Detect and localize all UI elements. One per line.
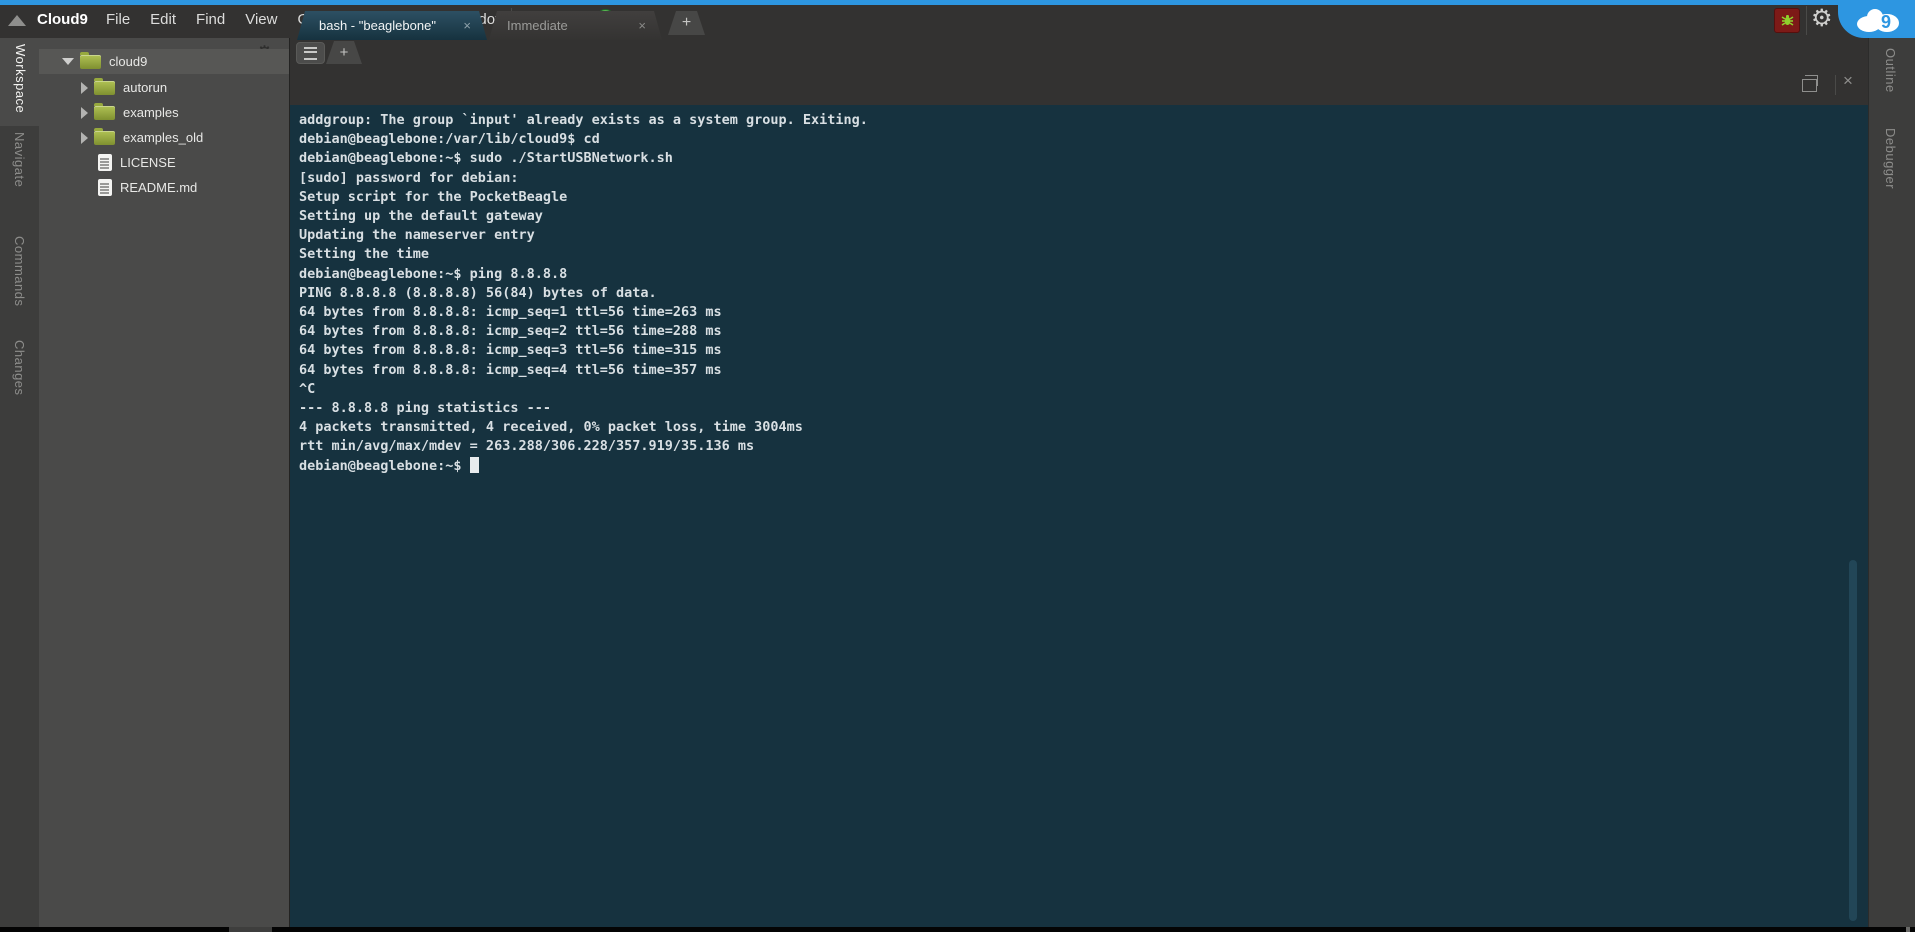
chevron-collapsed-icon[interactable] (81, 132, 88, 144)
terminal-cursor (470, 457, 479, 473)
terminal-line: [sudo] password for debian: (299, 169, 1868, 188)
tree-row-examples-old[interactable]: examples_old (39, 125, 289, 150)
close-pane-icon[interactable]: × (1843, 71, 1853, 91)
terminal-line: Setup script for the PocketBeagle (299, 188, 1868, 207)
folder-icon (80, 55, 101, 69)
console-toolbar (290, 38, 1868, 66)
terminal-output[interactable]: addgroup: The group `input' already exis… (290, 105, 1868, 927)
folder-icon (94, 131, 115, 145)
terminal-line: addgroup: The group `input' already exis… (299, 111, 1868, 130)
rail-tab-commands[interactable]: Commands (12, 236, 27, 306)
tab-immediate[interactable]: Immediate × (489, 11, 662, 40)
app-logo-text: Cloud9 (37, 11, 88, 28)
pane-controls-divider (1835, 75, 1836, 95)
rail-tab-debugger[interactable]: Debugger (1883, 128, 1898, 189)
terminal-line: debian@beaglebone:/var/lib/cloud9$ cd (299, 130, 1868, 149)
terminal-line: Setting up the default gateway (299, 207, 1868, 226)
tree-row-cloud9[interactable]: cloud9 (39, 49, 289, 74)
bug-icon (1780, 13, 1795, 28)
bottom-bar (0, 927, 1915, 932)
menubar-divider (1806, 6, 1807, 35)
terminal-scrollbar-thumb[interactable] (1849, 560, 1857, 921)
terminal-line: PING 8.8.8.8 (8.8.8.8) 56(84) bytes of d… (299, 284, 1868, 303)
folder-icon (94, 81, 115, 95)
rail-tab-workspace[interactable]: Workspace (13, 44, 28, 113)
settings-gear-icon[interactable]: ⚙ (1811, 5, 1833, 33)
folder-icon (94, 106, 115, 120)
terminal-line: Setting the time (299, 245, 1868, 264)
tree-item-label: README.md (120, 180, 197, 195)
terminal-line: Updating the nameserver entry (299, 226, 1868, 245)
terminal-line: 4 packets transmitted, 4 received, 0% pa… (299, 418, 1868, 437)
svg-text:9: 9 (1881, 12, 1891, 32)
console-menu-button[interactable] (296, 42, 325, 64)
tab-bash-beaglebone[interactable]: bash - "beaglebone" × (297, 11, 487, 40)
terminal-line: rtt min/avg/max/mdev = 263.288/306.228/3… (299, 437, 1868, 456)
tree-item-label: autorun (123, 80, 167, 95)
terminal-line: ^C (299, 380, 1868, 399)
rail-tab-outline[interactable]: Outline (1883, 48, 1898, 93)
tree-item-label: examples_old (123, 130, 203, 145)
terminal-prompt-line: debian@beaglebone:~$ (299, 457, 1868, 476)
tree-row-readme[interactable]: README.md (39, 175, 289, 200)
cloud9-logo[interactable]: 9 (1855, 8, 1901, 32)
tab-label: bash - "beaglebone" (319, 18, 436, 33)
bottom-bar-tick (1906, 927, 1910, 932)
terminal-line: debian@beaglebone:~$ ping 8.8.8.8 (299, 265, 1868, 284)
menu-file[interactable]: File (106, 11, 130, 28)
menu-find[interactable]: Find (196, 11, 225, 28)
rail-tab-changes[interactable]: Changes (12, 340, 27, 396)
tree-row-license[interactable]: LICENSE (39, 150, 289, 175)
tree-row-examples[interactable]: examples (39, 100, 289, 125)
terminal-prompt: debian@beaglebone:~$ (299, 458, 470, 474)
restore-pane-icon[interactable] (1802, 79, 1817, 92)
terminal-line: 64 bytes from 8.8.8.8: icmp_seq=1 ttl=56… (299, 303, 1868, 322)
terminal-line: debian@beaglebone:~$ sudo ./StartUSBNetw… (299, 149, 1868, 168)
chevron-collapsed-icon[interactable] (81, 82, 88, 94)
terminal-line: 64 bytes from 8.8.8.8: icmp_seq=4 ttl=56… (299, 361, 1868, 380)
menu-edit[interactable]: Edit (150, 11, 176, 28)
tab-close-icon[interactable]: × (463, 18, 471, 33)
tree-item-label: cloud9 (109, 54, 147, 69)
file-icon (98, 154, 112, 171)
bottom-bar-segment (229, 927, 272, 932)
chevron-expanded-icon[interactable] (62, 58, 74, 65)
terminal-line: 64 bytes from 8.8.8.8: icmp_seq=3 ttl=56… (299, 341, 1868, 360)
tree-item-label: LICENSE (120, 155, 176, 170)
debug-bug-button[interactable] (1774, 8, 1800, 33)
chevron-collapsed-icon[interactable] (81, 107, 88, 119)
list-icon (304, 47, 317, 60)
tab-close-icon[interactable]: × (638, 18, 646, 33)
tab-label: Immediate (507, 18, 568, 33)
file-icon (98, 179, 112, 196)
tree-item-label: examples (123, 105, 179, 120)
tree-row-autorun[interactable]: autorun (39, 75, 289, 100)
terminal-line: --- 8.8.8.8 ping statistics --- (299, 399, 1868, 418)
rail-tab-navigate[interactable]: Navigate (12, 132, 27, 187)
menu-view[interactable]: View (245, 11, 277, 28)
menubar-collapse-arrow-icon[interactable] (8, 15, 26, 26)
console-tabbar (290, 65, 1868, 105)
terminal-line: 64 bytes from 8.8.8.8: icmp_seq=2 ttl=56… (299, 322, 1868, 341)
